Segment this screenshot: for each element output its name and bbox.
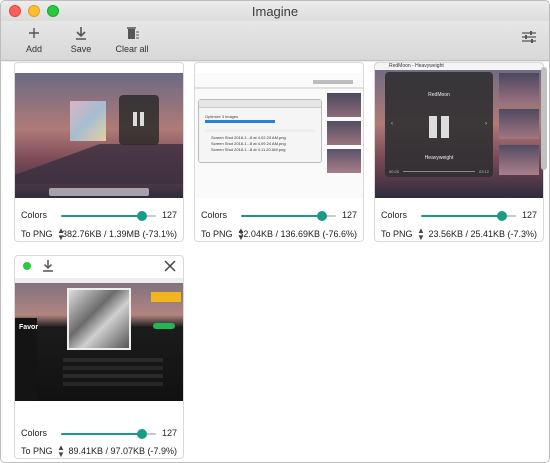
download-icon xyxy=(76,27,86,40)
colors-slider[interactable] xyxy=(241,211,336,221)
colors-label: Colors xyxy=(21,428,48,438)
size-summary: 382.76KB / 1.39MB (-73.1%) xyxy=(61,229,177,239)
image-thumbnail[interactable] xyxy=(15,73,183,198)
time-elapsed: 00:20 xyxy=(389,169,400,174)
app-window: Imagine Add Save Clear all Colors 127 To… xyxy=(0,0,550,463)
format-row: To PNG ▲ ▼ 382.76KB / 1.39MB (-73.1%) xyxy=(21,226,177,242)
image-thumbnail[interactable]: Favor xyxy=(15,278,183,401)
save-label: Save xyxy=(70,44,92,54)
image-card: Optimize 3 images Screen Shot 2018-1...8… xyxy=(194,62,364,242)
desktop-icon xyxy=(327,149,361,173)
menubar xyxy=(15,278,183,283)
save-button[interactable]: Save xyxy=(64,23,98,54)
image-card: Favor Colors 127 To PNG ▲ ▼ 89.41KB / 97.… xyxy=(14,255,184,459)
menubar-line xyxy=(195,87,363,89)
colors-row: Colors 127 xyxy=(201,207,357,225)
colors-slider-fill xyxy=(241,215,322,217)
close-icon[interactable] xyxy=(163,259,177,273)
colors-value: 127 xyxy=(161,428,177,438)
optimize-dialog: Optimize 3 images Screen Shot 2018-1...8… xyxy=(198,99,322,163)
desktop-icon xyxy=(499,73,539,103)
track-title: RedMoon xyxy=(428,92,450,98)
prev-icon[interactable]: ‹ xyxy=(391,121,393,127)
image-thumbnail[interactable]: Optimize 3 images Screen Shot 2018-1...8… xyxy=(195,73,363,198)
dock-bar xyxy=(48,188,150,196)
image-thumbnail[interactable]: RedMoon - Heavyweight RedMoon ‹ › Heavyw… xyxy=(375,63,543,198)
stepper-arrows-icon[interactable]: ▲ ▼ xyxy=(57,444,65,459)
format-select[interactable]: To PNG xyxy=(201,229,233,239)
desktop-icon xyxy=(499,109,539,139)
format-select[interactable]: To PNG xyxy=(381,229,413,239)
colors-label: Colors xyxy=(21,210,48,220)
colors-slider[interactable] xyxy=(61,211,156,221)
format-select[interactable]: To PNG xyxy=(21,229,53,239)
playlist-title: Favor xyxy=(19,324,39,331)
colors-slider[interactable] xyxy=(421,211,516,221)
download-icon[interactable] xyxy=(42,259,54,273)
colors-label: Colors xyxy=(381,210,408,220)
format-row: To PNG ▲ ▼ 32.04KB / 136.69KB (-76.6%) xyxy=(201,226,357,242)
colors-value: 127 xyxy=(161,210,177,220)
image-card: RedMoon - Heavyweight RedMoon ‹ › Heavyw… xyxy=(374,62,544,242)
colors-slider-knob[interactable] xyxy=(136,429,147,439)
play-button[interactable] xyxy=(153,323,175,329)
stepper-arrows-icon[interactable]: ▲ ▼ xyxy=(417,227,425,242)
clear-all-button[interactable]: Clear all xyxy=(109,23,155,54)
format-select[interactable]: To PNG xyxy=(21,446,53,456)
album-cover xyxy=(67,288,131,350)
card-header xyxy=(15,256,183,276)
size-summary: 32.04KB / 136.69KB (-76.6%) xyxy=(238,229,357,239)
pause-icon[interactable] xyxy=(429,116,437,138)
colors-slider[interactable] xyxy=(61,429,156,439)
format-row: To PNG ▲ ▼ 23.56KB / 25.41KB (-7.3%) xyxy=(381,226,537,242)
menubar-clock xyxy=(313,80,353,84)
colors-slider-knob[interactable] xyxy=(496,211,507,221)
plus-icon xyxy=(29,28,39,38)
size-summary: 23.56KB / 25.41KB (-7.3%) xyxy=(428,229,537,239)
player-window: RedMoon ‹ › Heavyweight 00:20 03:12 xyxy=(385,72,493,177)
artist-name: Heavyweight xyxy=(424,155,454,161)
dialog-file-row: Screen Shot 2018-1...8 at 4.11.20 AM.png xyxy=(211,147,286,152)
time-total: 03:12 xyxy=(478,169,489,174)
add-label: Add xyxy=(25,44,42,54)
next-icon[interactable]: › xyxy=(485,121,487,127)
colors-row: Colors 127 xyxy=(381,207,537,225)
player-overlay xyxy=(119,95,159,145)
scrollbar-thumb[interactable] xyxy=(541,67,547,170)
now-playing-menu: RedMoon - Heavyweight xyxy=(389,63,444,69)
size-summary: 89.41KB / 97.07KB (-7.9%) xyxy=(68,446,177,456)
dialog-file-row: Screen Shot 2018-1...8 at 4.09.24 AM.png xyxy=(211,141,286,146)
dialog-file-row: Screen Shot 2018-1...8 at 4.02.23 AM.png xyxy=(211,135,286,140)
colors-value: 127 xyxy=(521,210,537,220)
settings-sliders-icon[interactable] xyxy=(521,29,537,45)
colors-slider-knob[interactable] xyxy=(316,211,327,221)
image-card: Colors 127 To PNG ▲ ▼ 382.76KB / 1.39MB (… xyxy=(14,62,184,242)
dialog-progress xyxy=(205,120,275,123)
add-button[interactable]: Add xyxy=(19,23,49,54)
colors-slider-fill xyxy=(61,215,142,217)
format-row: To PNG ▲ ▼ 89.41KB / 97.07KB (-7.9%) xyxy=(21,443,177,459)
desktop-icon xyxy=(327,121,361,145)
title-bar: Imagine xyxy=(1,1,549,21)
colors-row: Colors 127 xyxy=(21,425,177,443)
colors-slider-fill xyxy=(421,215,502,217)
desktop-icon xyxy=(499,145,539,175)
colors-row: Colors 127 xyxy=(21,207,177,225)
toolbar: Add Save Clear all xyxy=(1,21,549,61)
colors-value: 127 xyxy=(341,210,357,220)
mountain-shape xyxy=(15,144,183,184)
colors-slider-knob[interactable] xyxy=(136,211,147,221)
done-status-dot xyxy=(23,262,31,270)
album-art xyxy=(70,101,106,141)
dialog-title: Optimize 3 images xyxy=(205,114,239,119)
desktop-icon xyxy=(327,93,361,117)
trash-icon xyxy=(127,27,139,39)
colors-slider-fill xyxy=(61,433,142,435)
colors-label: Colors xyxy=(201,210,228,220)
banner-image xyxy=(151,292,181,302)
window-title: Imagine xyxy=(251,4,299,19)
clear-all-label: Clear all xyxy=(115,44,149,54)
